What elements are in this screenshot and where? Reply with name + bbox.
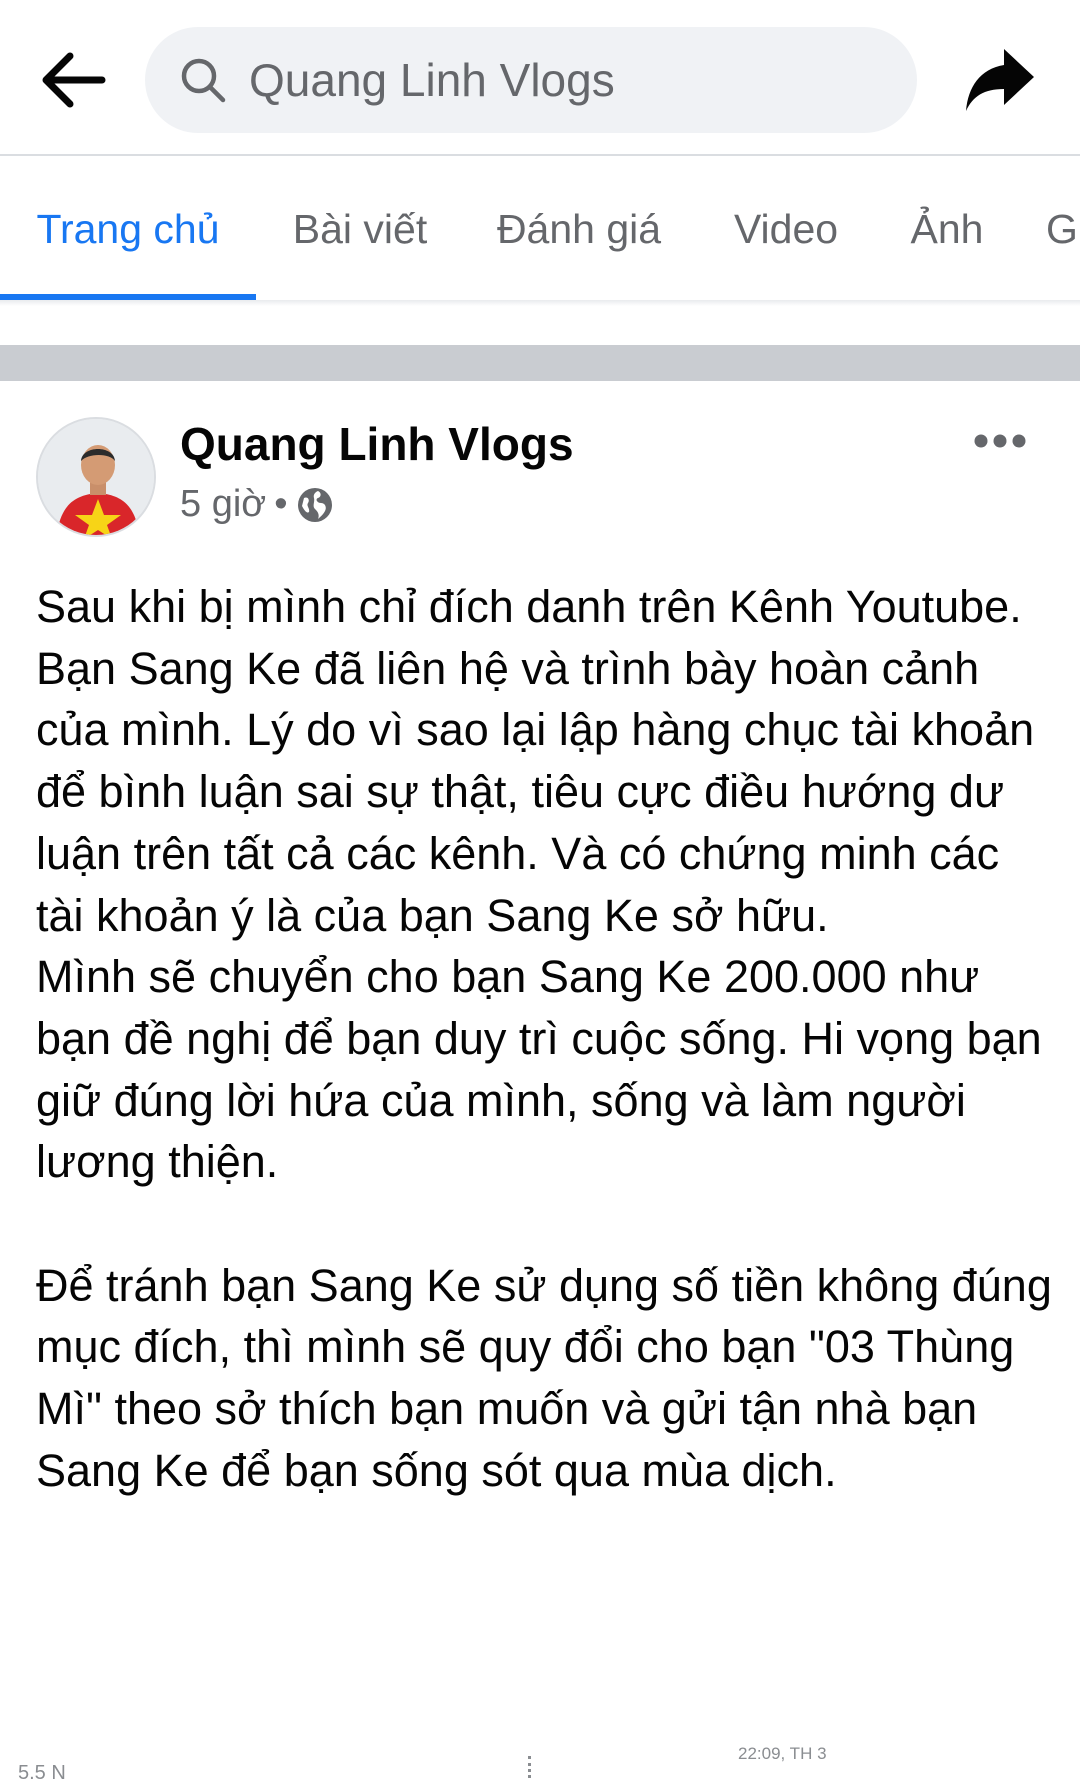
share-arrow-icon bbox=[966, 49, 1034, 111]
post-paragraph: Để tránh bạn Sang Ke sử dụng số tiền khô… bbox=[36, 1259, 1052, 1496]
more-horizontal-icon bbox=[974, 434, 1026, 448]
tab-video[interactable]: Video bbox=[724, 158, 848, 300]
drag-handle bbox=[528, 1756, 532, 1778]
tab-posts[interactable]: Bài viết bbox=[274, 158, 446, 300]
post-text: Sau khi bị mình chỉ đích danh trên Kênh … bbox=[36, 576, 1056, 1502]
tab-reviews[interactable]: Đánh giá bbox=[484, 158, 674, 300]
feed-separator bbox=[0, 345, 1080, 381]
tabs-divider bbox=[0, 300, 1080, 306]
meta-separator: • bbox=[274, 483, 288, 525]
arrow-left-icon bbox=[42, 52, 106, 108]
screenshot-timestamp: 22:09, TH 3 bbox=[738, 1744, 827, 1763]
post-meta: 5 giờ • bbox=[180, 483, 334, 526]
post-paragraph: Mình sẽ chuyển cho bạn Sang Ke 200.000 n… bbox=[36, 951, 1042, 1188]
post-author[interactable]: Quang Linh Vlogs bbox=[180, 417, 574, 471]
post-paragraph: Sau khi bị mình chỉ đích danh trên Kênh … bbox=[36, 581, 1022, 632]
tab-photos[interactable]: Ảnh bbox=[902, 158, 992, 300]
share-button[interactable] bbox=[955, 38, 1045, 122]
search-query-text: Quang Linh Vlogs bbox=[249, 54, 615, 106]
top-bar: Quang Linh Vlogs bbox=[0, 0, 1080, 156]
more-options-button[interactable] bbox=[960, 421, 1040, 461]
search-icon bbox=[177, 54, 229, 106]
back-button[interactable] bbox=[28, 38, 118, 122]
tab-home[interactable]: Trang chủ bbox=[20, 158, 236, 300]
post-time[interactable]: 5 giờ bbox=[180, 483, 266, 526]
avatar[interactable] bbox=[36, 417, 156, 537]
globe-icon bbox=[297, 487, 332, 522]
page-tabs: Trang chủ Bài viết Đánh giá Video Ảnh G bbox=[0, 158, 1080, 300]
post-card: Quang Linh Vlogs 5 giờ • Sau khi bị mình… bbox=[0, 381, 1080, 1782]
post-paragraph: Bạn Sang Ke đã liên hệ và trình bày hoàn… bbox=[36, 642, 1035, 941]
tab-more[interactable]: G bbox=[1046, 158, 1080, 300]
search-input[interactable]: Quang Linh Vlogs bbox=[145, 27, 917, 133]
